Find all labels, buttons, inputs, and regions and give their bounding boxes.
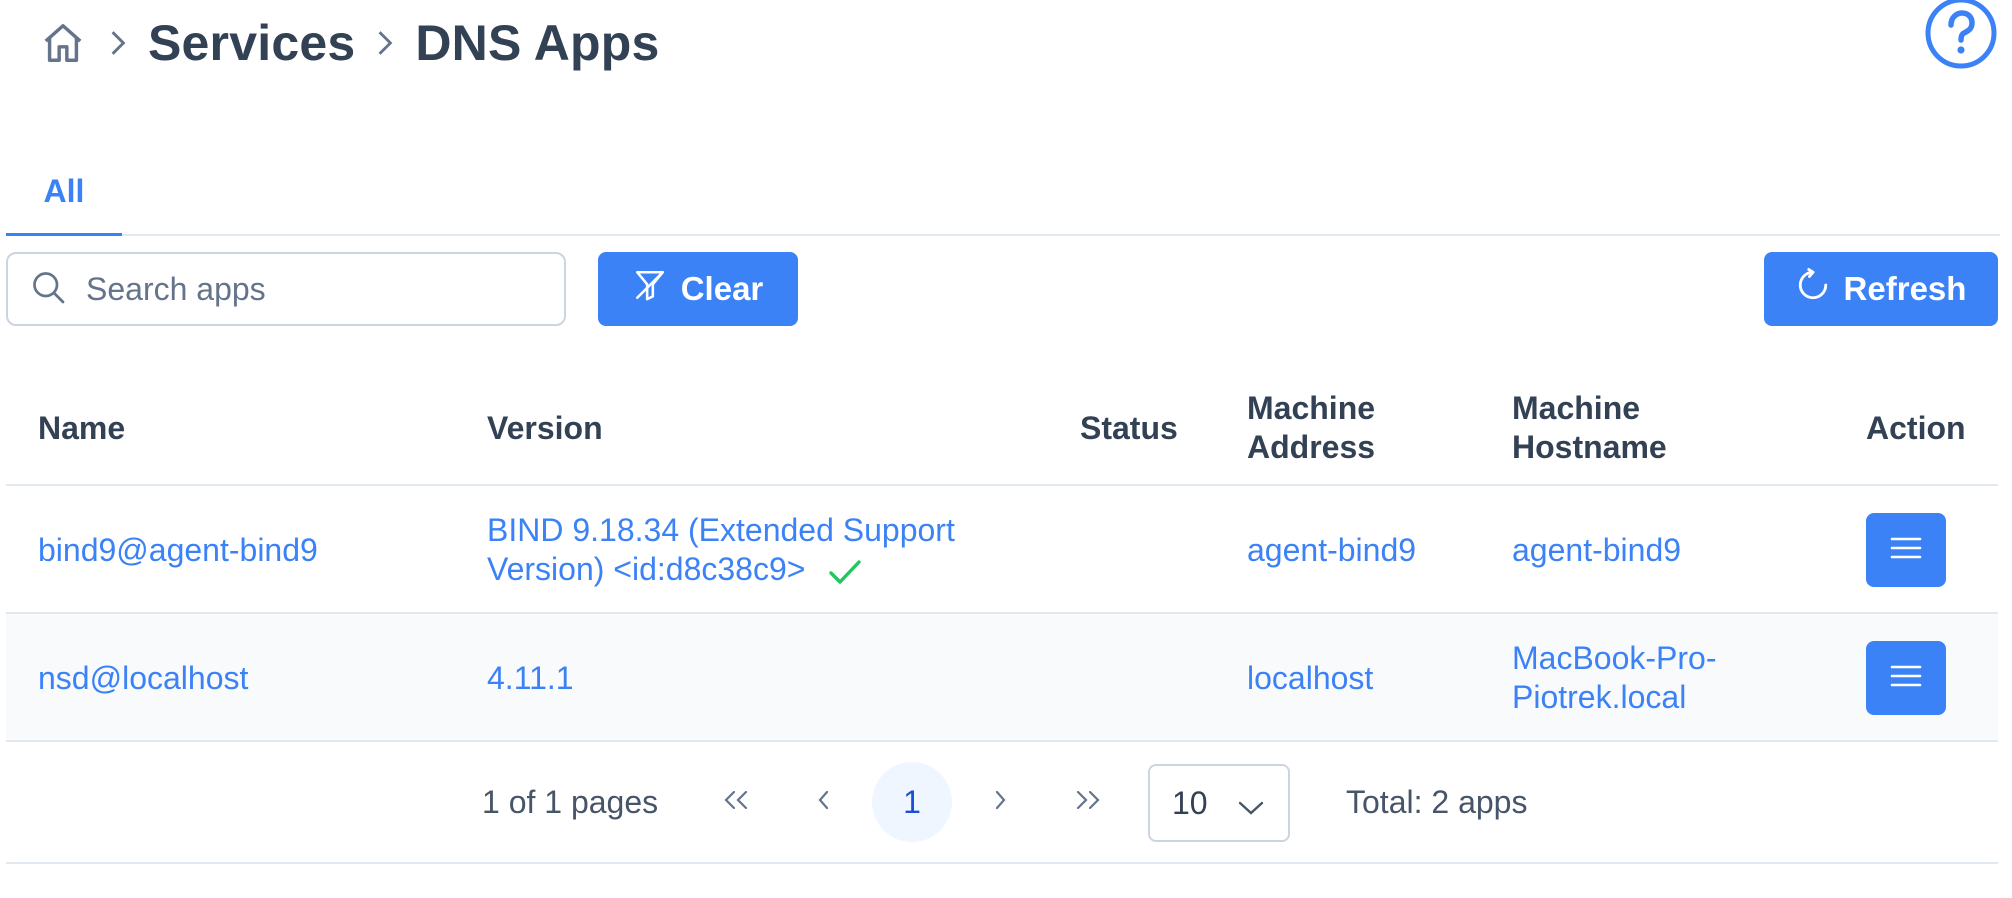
refresh-icon (1796, 268, 1830, 310)
first-page-button[interactable] (696, 762, 776, 842)
apps-table: Name Version Status Machine Address Mach… (6, 370, 1998, 742)
menu-bars-icon (1890, 659, 1922, 698)
previous-page-button[interactable] (784, 762, 864, 842)
search-box[interactable] (6, 252, 566, 326)
column-header-status: Status (1080, 409, 1178, 446)
double-chevron-right-icon (1073, 788, 1103, 817)
tab-all[interactable]: All (6, 150, 122, 236)
paginator: 1 of 1 pages 1 10 Total: 2 apps (6, 740, 1998, 864)
chevron-right-icon (991, 788, 1009, 817)
action-cell (1866, 486, 1946, 614)
refresh-button[interactable]: Refresh (1764, 252, 1998, 326)
machine-hostname-link[interactable]: MacBook-Pro-Piotrek.local (1512, 614, 1772, 742)
last-page-button[interactable] (1048, 762, 1128, 842)
refresh-button-label: Refresh (1843, 270, 1967, 307)
tab-bar: All (6, 150, 2000, 236)
rows-per-page-select[interactable]: 10 (1148, 764, 1290, 842)
filter-slash-icon (633, 268, 667, 310)
breadcrumb-separator-icon (367, 23, 403, 63)
column-header-machine-address: Machine Address (1247, 390, 1376, 465)
question-circle-icon[interactable] (1924, 0, 1998, 70)
breadcrumb: Services DNS Apps (38, 10, 660, 76)
column-header-action: Action (1866, 409, 1966, 446)
check-icon (828, 557, 862, 587)
machine-hostname-link[interactable]: agent-bind9 (1512, 486, 1772, 614)
next-page-button[interactable] (960, 762, 1040, 842)
double-chevron-left-icon (721, 788, 751, 817)
table-header: Name Version Status Machine Address Mach… (6, 370, 1998, 486)
machine-hostname-text: MacBook-Pro-Piotrek.local (1512, 640, 1717, 715)
version-link[interactable]: BIND 9.18.34 (Extended Support Version) … (487, 512, 955, 587)
breadcrumb-separator-icon (100, 23, 136, 63)
search-input[interactable] (86, 270, 526, 308)
clear-button-label: Clear (680, 270, 764, 307)
breadcrumb-services[interactable]: Services (148, 14, 355, 72)
table-row: nsd@localhost 4.11.1 localhost MacBook-P… (6, 614, 1998, 742)
app-name-link[interactable]: bind9@agent-bind9 (38, 486, 318, 614)
page-report: 1 of 1 pages (482, 783, 659, 820)
column-header-machine-hostname: Machine Hostname (1512, 390, 1667, 465)
row-actions-button[interactable] (1866, 513, 1946, 587)
action-cell (1866, 614, 1946, 742)
machine-address-link[interactable]: localhost (1247, 614, 1373, 742)
total-count: Total: 2 apps (1346, 783, 1528, 820)
machine-address-link[interactable]: agent-bind9 (1247, 486, 1416, 614)
rows-per-page-value: 10 (1172, 784, 1208, 821)
row-actions-button[interactable] (1866, 641, 1946, 715)
page-1-button[interactable]: 1 (872, 762, 952, 842)
version-cell: BIND 9.18.34 (Extended Support Version) … (487, 486, 1017, 614)
version-link[interactable]: 4.11.1 (487, 614, 1017, 742)
menu-bars-icon (1890, 531, 1922, 570)
chevron-left-icon (815, 788, 833, 817)
column-header-version: Version (487, 409, 603, 446)
column-header-name: Name (38, 409, 126, 446)
search-icon (30, 269, 66, 310)
table-row: bind9@agent-bind9 BIND 9.18.34 (Extended… (6, 486, 1998, 614)
home-icon[interactable] (38, 18, 88, 68)
clear-filter-button[interactable]: Clear (598, 252, 798, 326)
app-name-link[interactable]: nsd@localhost (38, 614, 248, 742)
chevron-down-icon (1236, 792, 1266, 818)
breadcrumb-dns-apps: DNS Apps (415, 15, 660, 71)
